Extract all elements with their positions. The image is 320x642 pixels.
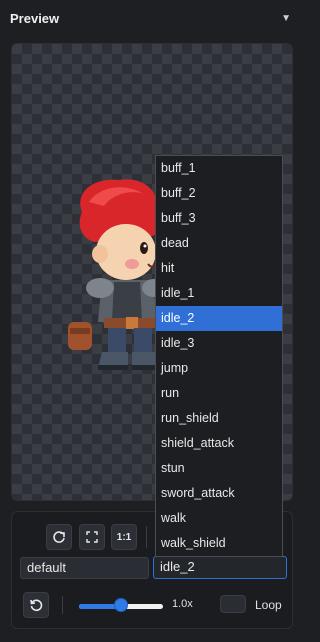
actual-size-label: 1:1 xyxy=(116,531,132,543)
dropdown-option[interactable]: run_shield xyxy=(156,406,282,431)
preview-header[interactable]: Preview ▼ xyxy=(0,0,301,36)
loop-label: Loop xyxy=(255,598,282,612)
dropdown-option[interactable]: walk_shield xyxy=(156,531,282,556)
dropdown-option[interactable]: dead xyxy=(156,231,282,256)
dropdown-option[interactable]: idle_1 xyxy=(156,281,282,306)
loop-toggle[interactable] xyxy=(220,595,246,613)
fit-view-button[interactable] xyxy=(79,524,105,550)
dropdown-option[interactable]: jump xyxy=(156,356,282,381)
fit-screen-icon xyxy=(86,531,98,543)
rotate-left-icon xyxy=(30,599,43,612)
actual-size-button[interactable]: 1:1 xyxy=(111,524,137,550)
dropdown-option[interactable]: buff_1 xyxy=(156,156,282,181)
zoom-slider-thumb[interactable] xyxy=(114,598,128,612)
animation-select[interactable]: idle_2 xyxy=(153,556,287,579)
skin-select[interactable]: default xyxy=(20,557,149,579)
toolbar-divider xyxy=(146,526,147,548)
dropdown-option[interactable]: shield_attack xyxy=(156,431,282,456)
dropdown-option[interactable]: walk xyxy=(156,506,282,531)
zoom-value: 1.0x xyxy=(172,598,193,610)
dropdown-option[interactable]: buff_3 xyxy=(156,206,282,231)
controls-divider xyxy=(62,596,63,614)
panel-title: Preview xyxy=(10,10,60,26)
dropdown-option[interactable]: buff_2 xyxy=(156,181,282,206)
reset-view-button[interactable] xyxy=(46,524,72,550)
animation-dropdown-list[interactable]: buff_1 buff_2 buff_3 dead hit idle_1 idle_2 idl… xyxy=(155,155,283,557)
dropdown-option[interactable]: idle_2 xyxy=(156,306,282,331)
dropdown-option[interactable]: stun xyxy=(156,456,282,481)
collapse-icon[interactable]: ▼ xyxy=(281,13,291,24)
dropdown-option[interactable]: run xyxy=(156,381,282,406)
dropdown-option[interactable]: idle_3 xyxy=(156,331,282,356)
restart-button[interactable] xyxy=(23,592,49,618)
dropdown-option[interactable]: hit xyxy=(156,256,282,281)
dropdown-option[interactable]: sword_attack xyxy=(156,481,282,506)
refresh-icon xyxy=(53,531,65,543)
